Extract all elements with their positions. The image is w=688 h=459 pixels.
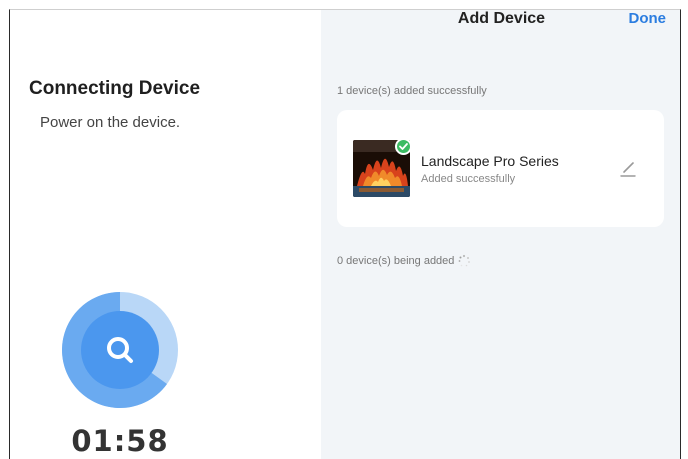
pencil-icon[interactable] <box>617 157 639 179</box>
done-button[interactable]: Done <box>629 10 667 27</box>
spinner-icon <box>459 254 471 267</box>
check-badge-icon <box>395 138 412 155</box>
device-card[interactable]: Landscape Pro Series Added successfully <box>337 110 664 227</box>
add-device-panel: Add Device Done 1 device(s) added succes… <box>321 10 680 459</box>
adding-row: 0 device(s) being added <box>337 254 471 268</box>
page-title: Add Device <box>457 10 546 27</box>
connecting-panel: Connecting Device Power on the device. 0… <box>10 10 321 459</box>
device-name: Landscape Pro Series <box>421 153 559 169</box>
countdown-timer: 01:58 <box>71 424 169 458</box>
device-status: Added successfully <box>421 173 516 185</box>
scanner-inner-circle <box>81 311 159 389</box>
scanner-graphic <box>62 292 178 408</box>
added-count-label: 1 device(s) added successfully <box>337 85 487 97</box>
adding-count-label: 0 device(s) being added <box>337 255 455 267</box>
connecting-title: Connecting Device <box>29 78 201 99</box>
connecting-subtitle: Power on the device. <box>40 114 181 131</box>
app-frame: Connecting Device Power on the device. 0… <box>9 9 681 459</box>
